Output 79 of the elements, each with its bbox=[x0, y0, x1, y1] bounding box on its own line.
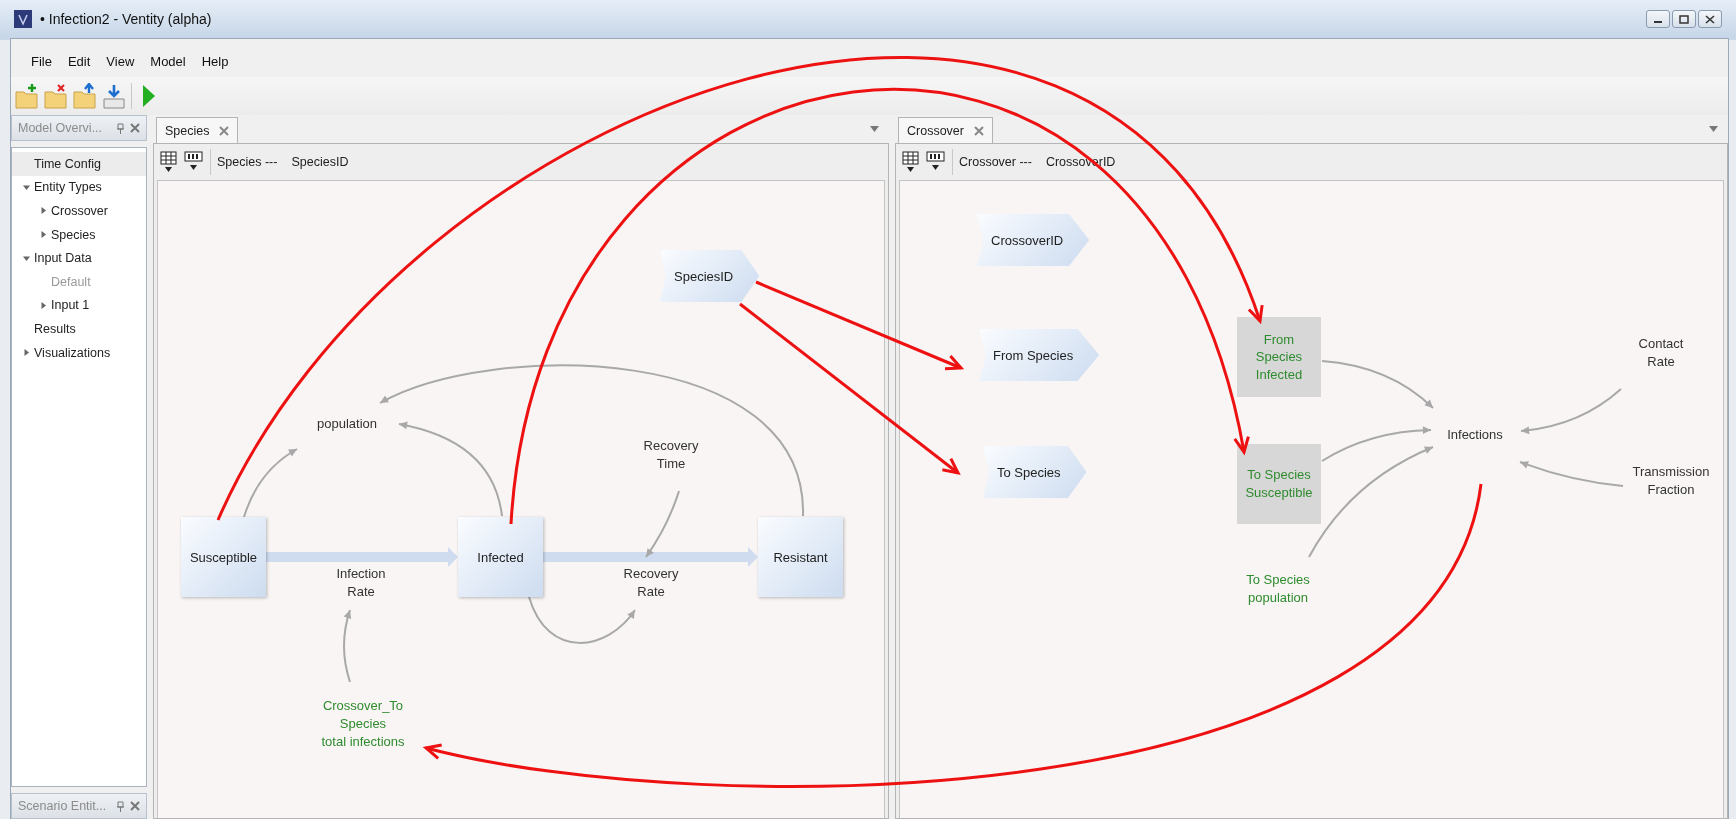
caret-icon[interactable] bbox=[39, 301, 47, 309]
tree-item-label: Visualizations bbox=[34, 345, 111, 360]
variable-label: To Species population bbox=[1246, 570, 1310, 607]
tab-label: Crossover bbox=[907, 123, 964, 138]
window-title: • Infection2 - Ventity (alpha) bbox=[40, 11, 212, 27]
input-variable-node: To Species bbox=[983, 446, 1087, 498]
tree-item-label: Input Data bbox=[34, 251, 92, 266]
variable-label: Infections bbox=[1447, 425, 1503, 444]
new-folder-icon[interactable] bbox=[15, 82, 39, 110]
link-arrow bbox=[243, 448, 298, 518]
caret-icon[interactable] bbox=[39, 231, 47, 239]
variable-label: Crossover_To Species total infections bbox=[321, 696, 405, 752]
variable-label: Recovery Rate bbox=[623, 564, 679, 601]
caret-icon[interactable] bbox=[22, 183, 30, 191]
close-button[interactable] bbox=[1698, 10, 1722, 28]
menu-item[interactable]: Help bbox=[195, 51, 235, 71]
close-icon[interactable] bbox=[219, 125, 230, 136]
dropdown-arrow-icon[interactable] bbox=[870, 126, 879, 132]
tree-item-label: Results bbox=[34, 321, 76, 336]
tree-item-label: Input 1 bbox=[51, 298, 90, 313]
delete-folder-icon[interactable] bbox=[44, 82, 68, 110]
tree-item-label: Species bbox=[51, 227, 96, 242]
table-view-icon[interactable] bbox=[902, 151, 920, 173]
stock-node: Resistant bbox=[758, 517, 843, 597]
pin-icon[interactable] bbox=[117, 800, 124, 812]
breadcrumb-text: SpeciesID bbox=[291, 155, 349, 169]
breadcrumb-text: Species --- bbox=[217, 155, 278, 169]
close-icon[interactable] bbox=[973, 125, 984, 136]
stock-node: Susceptible bbox=[181, 517, 266, 597]
close-icon[interactable] bbox=[130, 123, 140, 133]
maximize-button[interactable] bbox=[1672, 10, 1696, 28]
tree-item[interactable]: Input Data bbox=[12, 246, 146, 270]
maximize-icon bbox=[1679, 14, 1689, 24]
caret-icon[interactable] bbox=[22, 254, 30, 262]
menu-item[interactable]: File bbox=[25, 51, 58, 71]
tab-label: Species bbox=[165, 123, 210, 138]
dropdown-arrow-icon[interactable] bbox=[1709, 126, 1718, 132]
minimize-button[interactable] bbox=[1646, 10, 1670, 28]
tree-item[interactable]: Species bbox=[12, 222, 146, 247]
tree-item[interactable]: Visualizations bbox=[12, 340, 146, 365]
tree-item[interactable]: Input 1 bbox=[12, 293, 146, 318]
variable-label: Contact Rate bbox=[1638, 334, 1684, 371]
close-icon bbox=[1705, 14, 1715, 24]
pin-icon[interactable] bbox=[117, 122, 124, 134]
stock-node: Infected bbox=[458, 517, 543, 597]
tree-item[interactable]: Time Config bbox=[12, 152, 146, 176]
input-variable-node: CrossoverID bbox=[977, 214, 1090, 266]
ghost-variable-node: To Species Susceptible bbox=[1237, 444, 1321, 524]
number-field-icon[interactable] bbox=[926, 151, 946, 173]
caret-icon[interactable] bbox=[22, 349, 30, 357]
menu-item[interactable]: Edit bbox=[61, 51, 97, 71]
variable-label: Recovery Time bbox=[643, 436, 699, 473]
tree-item[interactable]: Entity Types bbox=[12, 175, 146, 200]
panel-tab[interactable]: Crossover bbox=[898, 117, 993, 143]
input-variable-node: SpeciesID bbox=[660, 250, 760, 302]
close-icon[interactable] bbox=[130, 801, 140, 811]
caret-icon[interactable] bbox=[39, 207, 47, 215]
variable-label: Transmission Fraction bbox=[1632, 462, 1710, 499]
breadcrumb-text: Crossover --- bbox=[959, 155, 1032, 169]
tree-item[interactable]: Results bbox=[12, 317, 146, 341]
tree-item-label: Default bbox=[51, 274, 91, 289]
tree-item-label: Crossover bbox=[51, 204, 108, 218]
menu-item[interactable]: View bbox=[100, 51, 141, 71]
variable-label: Infection Rate bbox=[336, 564, 386, 601]
tree-item-label: Time Config bbox=[34, 156, 101, 171]
variable-label: population bbox=[317, 414, 377, 433]
number-field-icon[interactable] bbox=[184, 151, 204, 173]
upload-folder-icon[interactable] bbox=[73, 82, 97, 110]
menu-item[interactable]: Model bbox=[144, 51, 192, 71]
input-variable-node: From Species bbox=[979, 329, 1100, 381]
panel-title: Model Overvi... bbox=[18, 121, 104, 135]
panel-title: Scenario Entit... bbox=[18, 799, 108, 813]
tree-item[interactable]: Crossover bbox=[12, 199, 146, 223]
tree-item-label: Entity Types bbox=[34, 180, 102, 195]
panel-tab[interactable]: Species bbox=[156, 117, 239, 143]
table-view-icon[interactable] bbox=[160, 151, 178, 173]
ghost-variable-node: From Species Infected bbox=[1237, 317, 1321, 397]
app-icon bbox=[14, 10, 32, 28]
download-icon[interactable] bbox=[102, 82, 126, 110]
